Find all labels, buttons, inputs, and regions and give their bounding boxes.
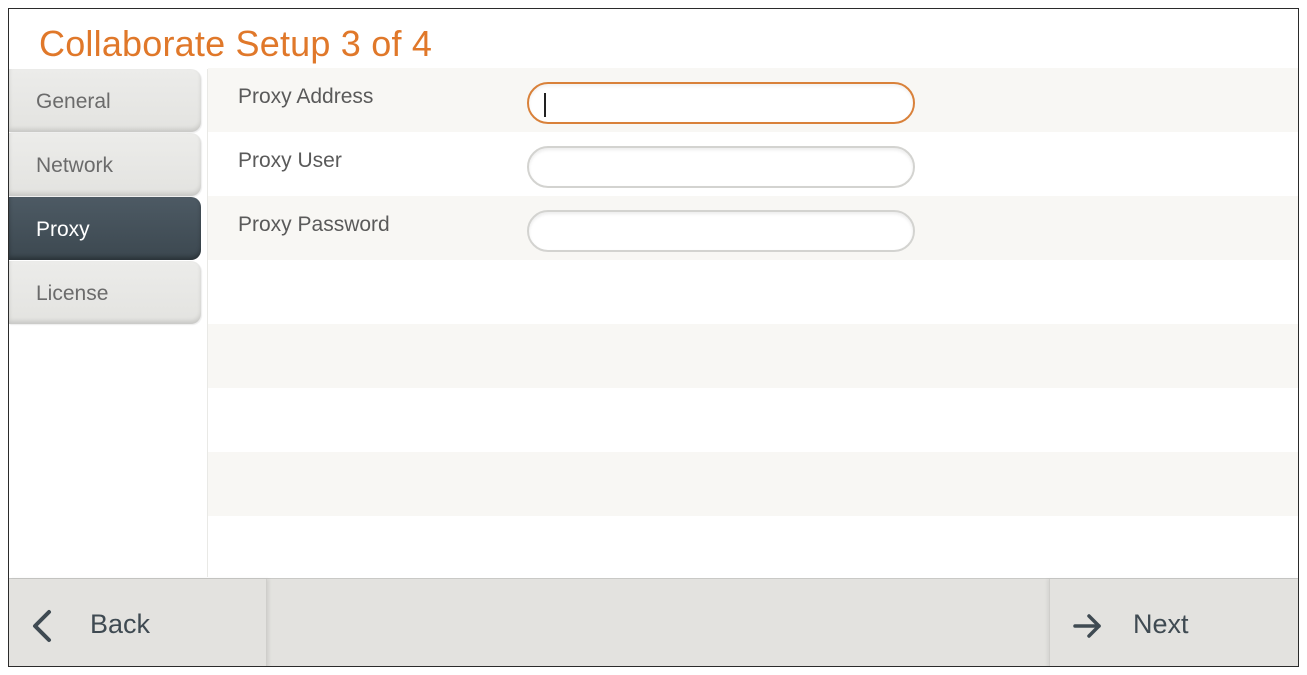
proxy-password-label: Proxy Password — [238, 213, 390, 236]
back-button[interactable]: Back — [9, 579, 267, 666]
empty-row — [208, 516, 1298, 580]
proxy-password-input[interactable] — [527, 210, 915, 252]
proxy-address-label: Proxy Address — [238, 85, 374, 108]
empty-row — [208, 324, 1298, 388]
sidebar-item-general[interactable]: General — [9, 69, 201, 132]
chevron-left-icon — [33, 610, 51, 642]
empty-row — [208, 260, 1298, 324]
sidebar-item-label: Network — [36, 154, 114, 177]
next-button-label: Next — [1133, 609, 1189, 639]
form-row-proxy-password: Proxy Password — [208, 196, 1298, 260]
arrow-right-icon — [1073, 614, 1101, 638]
sidebar-item-label: General — [36, 90, 111, 113]
footer-bar: Back Next — [9, 578, 1298, 666]
sidebar-item-label: Proxy — [36, 218, 90, 241]
proxy-form: Proxy Address Proxy User Proxy Password — [208, 68, 1298, 580]
back-button-label: Back — [90, 609, 151, 639]
page-title: Collaborate Setup 3 of 4 — [39, 23, 433, 64]
sidebar-item-network[interactable]: Network — [9, 133, 201, 196]
proxy-address-input[interactable] — [527, 82, 915, 124]
text-caret — [544, 93, 546, 117]
next-button[interactable]: Next — [1049, 579, 1298, 666]
proxy-user-input[interactable] — [527, 146, 915, 188]
form-row-proxy-user: Proxy User — [208, 132, 1298, 196]
setup-window: Collaborate Setup 3 of 4 General Network… — [8, 8, 1299, 667]
form-row-proxy-address: Proxy Address — [208, 68, 1298, 132]
sidebar-item-license[interactable]: License — [9, 261, 201, 324]
sidebar-item-label: License — [36, 282, 109, 305]
empty-row — [208, 388, 1298, 452]
proxy-user-label: Proxy User — [238, 149, 342, 172]
empty-row — [208, 452, 1298, 516]
sidebar-item-proxy[interactable]: Proxy — [9, 197, 201, 260]
sidebar: General Network Proxy License — [9, 69, 201, 325]
